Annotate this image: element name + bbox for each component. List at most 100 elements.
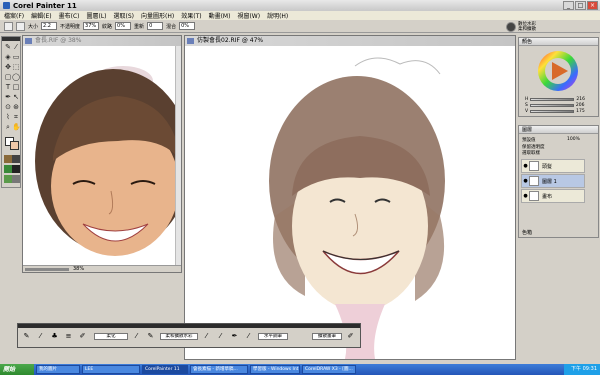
menu-file[interactable]: 檔案(F)	[4, 11, 24, 20]
brush-icon[interactable]: ✎	[4, 43, 12, 51]
visibility-eye-icon[interactable]: ●	[522, 163, 529, 169]
pattern-selector-icon[interactable]	[12, 155, 20, 163]
brush-horizontal-pen-label[interactable]: 水平鋼筆	[258, 333, 288, 340]
mirror-icon[interactable]: ⌇	[4, 113, 12, 121]
menu-movie[interactable]: 動畫(M)	[209, 11, 231, 20]
size-field[interactable]: 2.2	[41, 22, 58, 30]
brush-variant-icon[interactable]: ⁄	[132, 331, 141, 341]
gradient-selector-icon[interactable]	[4, 165, 12, 173]
taskbar-item-browser[interactable]: 學習版 - Windows Int...	[250, 365, 300, 374]
reset-tool-icon[interactable]	[16, 21, 25, 31]
layer-row[interactable]: ● 頭髮	[521, 159, 585, 173]
shape-icon[interactable]: □	[12, 83, 20, 91]
shape-select-icon[interactable]: ↖	[12, 93, 20, 101]
hue-slider[interactable]	[530, 97, 575, 101]
toolbox-grip[interactable]	[2, 37, 20, 41]
source-document-title-bar[interactable]: 會長.RIF @ 38%	[23, 36, 181, 46]
value-row[interactable]: V 175	[525, 109, 585, 114]
saturation-row[interactable]: S 206	[525, 103, 584, 108]
color-wheel[interactable]	[536, 49, 580, 93]
bleed-label: 混合	[166, 23, 177, 30]
layer-row[interactable]: ● 畫布	[521, 189, 585, 203]
pen-icon[interactable]: ✒	[4, 93, 12, 101]
brush-diffuse-pen-label[interactable]: 擴散畫筆	[312, 333, 342, 340]
brush-palette-grip[interactable]	[18, 324, 360, 328]
colors-palette-header[interactable]: 顏色	[519, 38, 598, 46]
brush-variant-icon[interactable]: ✎	[22, 331, 31, 341]
magnifier-icon[interactable]: ⌕	[4, 123, 12, 131]
layer-adjuster-icon[interactable]: ✥	[4, 63, 12, 71]
taskbar-item-coreldraw[interactable]: CorelDRAW X3 - [圖...	[302, 365, 356, 374]
source-vertical-scrollbar[interactable]	[175, 46, 181, 265]
menu-edit[interactable]: 編輯(E)	[31, 11, 51, 20]
weave-selector-icon[interactable]	[12, 175, 20, 183]
paper-selector-icon[interactable]	[4, 155, 12, 163]
brush-variant-icon[interactable]: ✎	[146, 331, 155, 341]
resat-field[interactable]: 0	[147, 22, 164, 30]
composite-method[interactable]: 預設值	[522, 137, 536, 143]
layer-row-selected[interactable]: ● 圖層 1	[521, 174, 585, 188]
transform-icon[interactable]: ⬚	[12, 63, 20, 71]
visibility-eye-icon[interactable]: ●	[522, 193, 529, 199]
menu-layers[interactable]: 圖層(L)	[87, 11, 107, 20]
brush-variant-icon[interactable]: ⁄	[216, 331, 225, 341]
brush-variant-icon[interactable]: ⁄	[244, 331, 253, 341]
close-button[interactable]: ×	[587, 1, 598, 10]
visibility-eye-icon[interactable]: ●	[522, 178, 529, 184]
brush-soft-diffuse-label[interactable]: 柔和擴散水彩	[160, 333, 198, 340]
brush-variant-icon[interactable]: ✐	[346, 331, 355, 341]
brush-variant-icon[interactable]: ≡	[64, 331, 73, 341]
eraser-icon[interactable]: ▭	[12, 53, 20, 61]
source-zoom-slider[interactable]	[25, 267, 69, 271]
opacity-field[interactable]: 37%	[83, 22, 100, 30]
brush-tool-icon[interactable]	[4, 21, 13, 31]
layers-palette: 圖層 預設值 100% 保留透明度 選取取樣 ● 頭髮 ● 圖層 1 ● 畫布 …	[518, 125, 599, 238]
value-slider[interactable]	[530, 109, 575, 113]
dropper-icon[interactable]: ⁄	[12, 43, 20, 51]
main-document-title-bar[interactable]: 仿製會長02.RIF @ 47%	[185, 36, 515, 46]
brush-variant-icon[interactable]: ✒	[230, 331, 239, 341]
taskbar-item-sketch[interactable]: 會長素描 - 新增草稿...	[190, 365, 248, 374]
text-icon[interactable]: T	[4, 83, 12, 91]
taskbar-item-painter[interactable]: CorelPainter 11	[142, 365, 188, 374]
menu-shapes[interactable]: 向量圖形(H)	[141, 11, 174, 20]
main-document-window[interactable]: 仿製會長02.RIF @ 47%	[184, 35, 516, 360]
main-color-swatch[interactable]	[10, 141, 19, 150]
brush-variant-icon[interactable]: ⁄	[36, 331, 45, 341]
brush-variant-icon[interactable]: ⁄	[202, 331, 211, 341]
pick-up-underlying[interactable]: 選取取樣	[522, 150, 540, 156]
minimize-button[interactable]: _	[563, 1, 574, 10]
layer-opacity[interactable]: 100%	[567, 137, 580, 142]
layers-palette-header[interactable]: 圖層	[519, 126, 598, 134]
color-set-palette-header[interactable]: 色箱	[522, 229, 532, 236]
menu-window[interactable]: 視窗(W)	[237, 11, 260, 20]
paint-bucket-icon[interactable]: ◈	[4, 53, 12, 61]
hue-row[interactable]: H 216	[525, 97, 585, 102]
brush-soften-label[interactable]: 柔化	[94, 333, 128, 340]
divine-proportion-icon[interactable]: ⌗	[12, 113, 20, 121]
grain-field[interactable]: 0%	[115, 22, 132, 30]
grabber-icon[interactable]: ✋	[12, 123, 21, 131]
menu-canvas[interactable]: 畫布(C)	[59, 11, 80, 20]
saturation-slider[interactable]	[529, 103, 574, 107]
taskbar-item-lee[interactable]: LEE	[82, 365, 140, 374]
menu-help[interactable]: 說明(H)	[267, 11, 288, 20]
maximize-button[interactable]: □	[575, 1, 586, 10]
brush-variant-icon[interactable]: ♣	[50, 331, 59, 341]
source-document-window[interactable]: 會長.RIF @ 38% 38%	[22, 35, 182, 273]
brush-selector[interactable]: 數位水彩 柔和擴散	[506, 21, 560, 33]
bleed-field[interactable]: 0%	[179, 22, 196, 30]
lasso-icon[interactable]: ◯	[12, 73, 20, 81]
look-selector-icon[interactable]	[4, 175, 12, 183]
menu-effects[interactable]: 效果(T)	[181, 11, 201, 20]
brush-variant-icon[interactable]: ✐	[78, 331, 87, 341]
caricature-canvas[interactable]	[185, 46, 515, 359]
menu-select[interactable]: 選取(S)	[114, 11, 135, 20]
start-button[interactable]: 開始	[0, 364, 34, 375]
taskbar-item-pictures[interactable]: 我的圖片	[36, 365, 80, 374]
clone-icon[interactable]: ⊙	[4, 103, 12, 111]
rectangle-select-icon[interactable]: ▢	[4, 73, 12, 81]
source-status-bar: 38%	[23, 265, 181, 272]
nozzle-selector-icon[interactable]	[12, 165, 20, 173]
rubber-stamp-icon[interactable]: ⊛	[12, 103, 20, 111]
